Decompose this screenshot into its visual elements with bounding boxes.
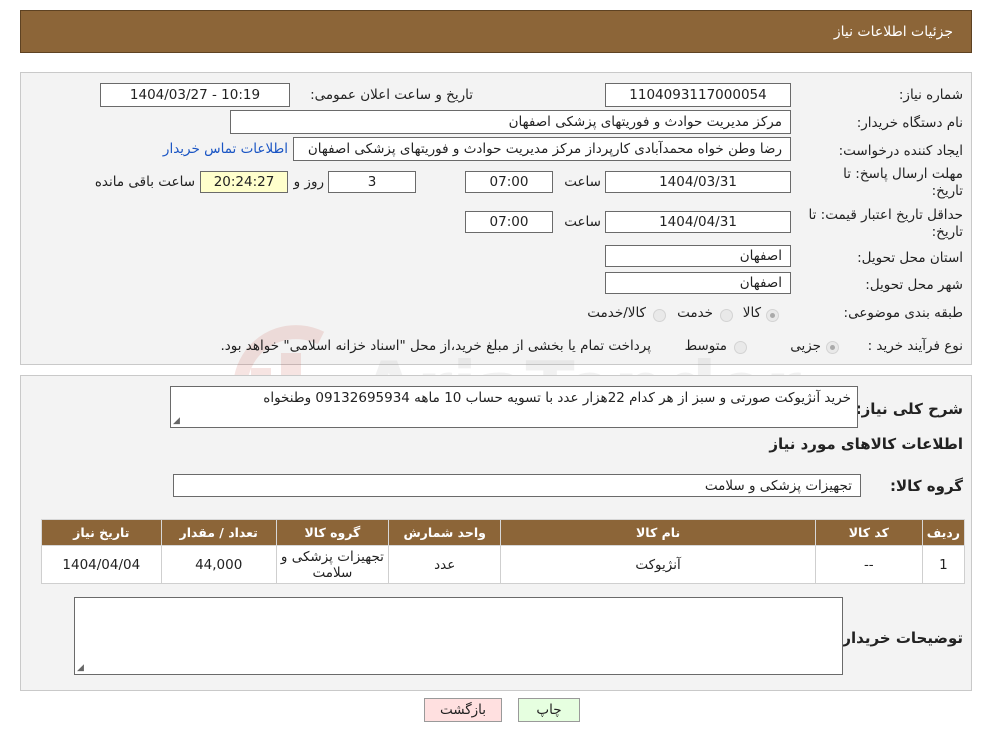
cell-unit: عدد xyxy=(388,545,502,584)
goods-table: ردیف کد کالا نام کالا واحد شمارش گروه کا… xyxy=(41,519,966,584)
process-radio-minor[interactable] xyxy=(826,341,839,354)
buyer-contact-link[interactable]: اطلاعات تماس خریدار xyxy=(163,141,288,157)
goods-group-field: تجهیزات پزشکی و سلامت xyxy=(173,474,861,497)
announce-datetime-label: تاریخ و ساعت اعلان عمومی: xyxy=(310,87,473,103)
col-quantity: تعداد / مقدار xyxy=(160,519,277,546)
cell-goods-group: تجهیزات پزشکی و سلامت xyxy=(275,545,390,584)
deadline-label: مهلت ارسال پاسخ: تا xyxy=(843,166,963,182)
need-info-panel: AriaTender.neT شماره نیاز: 1104093117000… xyxy=(20,72,972,445)
cell-need-date: 1404/04/04 xyxy=(41,545,162,584)
category-radio-goods[interactable] xyxy=(766,309,779,322)
table-row: 1 -- آنژیوکت عدد تجهیزات پزشکی و سلامت 4… xyxy=(41,545,966,584)
page-title: جزئیات اطلاعات نیاز xyxy=(833,23,953,40)
resize-grip-icon[interactable]: ◢ xyxy=(77,664,84,673)
page-header: جزئیات اطلاعات نیاز xyxy=(20,10,972,53)
goods-table-header: ردیف کد کالا نام کالا واحد شمارش گروه کا… xyxy=(41,519,966,546)
summary-text: خرید آنژیوکت صورتی و سبز از هر کدام 22هز… xyxy=(263,390,851,406)
col-goods-name: نام کالا xyxy=(500,519,816,546)
category-option-service: خدمت xyxy=(677,305,713,321)
price-validity-time-label: ساعت xyxy=(564,214,601,230)
cell-quantity: 44,000 xyxy=(160,545,277,584)
city-field: اصفهان xyxy=(605,272,791,294)
buyer-org-label: نام دستگاه خریدار: xyxy=(856,115,963,131)
col-row-number: ردیف xyxy=(921,519,966,546)
buyer-notes-textarea[interactable]: ◢ xyxy=(74,597,843,675)
col-goods-group: گروه کالا xyxy=(275,519,390,546)
goods-info-title: اطلاعات کالاهای مورد نیاز xyxy=(769,435,963,453)
city-label: شهر محل تحویل: xyxy=(865,277,963,293)
category-radio-goods-service[interactable] xyxy=(653,309,666,322)
remaining-time-field: 20:24:27 xyxy=(200,171,288,193)
purchase-process-label: نوع فرآیند خرید : xyxy=(867,338,963,354)
announce-datetime-field: 1404/03/27 - 10:19 xyxy=(100,83,290,107)
category-radio-service[interactable] xyxy=(720,309,733,322)
deadline-date-field: 1404/03/31 xyxy=(605,171,791,193)
province-field: اصفهان xyxy=(605,245,791,267)
resize-grip-icon[interactable]: ◢ xyxy=(173,417,180,426)
cell-row-number: 1 xyxy=(921,545,966,584)
category-option-goods-service: کالا/خدمت xyxy=(587,305,646,321)
deadline-time-field: 07:00 xyxy=(465,171,553,193)
province-label: استان محل تحویل: xyxy=(857,250,963,266)
print-button[interactable]: چاپ xyxy=(518,698,580,722)
col-need-date: تاریخ نیاز xyxy=(41,519,162,546)
deadline-time-label: ساعت xyxy=(564,174,601,190)
need-number-label: شماره نیاز: xyxy=(898,87,963,103)
col-unit: واحد شمارش xyxy=(388,519,502,546)
creator-label: ایجاد کننده درخواست: xyxy=(838,143,963,159)
creator-field: رضا وطن خواه محمدآبادی کارپرداز مرکز مدی… xyxy=(293,137,791,161)
need-details-panel: شرح کلی نیاز: خرید آنژیوکت صورتی و سبز ا… xyxy=(20,375,972,691)
col-goods-code: کد کالا xyxy=(814,519,923,546)
price-validity-date-field: 1404/04/31 xyxy=(605,211,791,233)
cell-goods-code: -- xyxy=(814,545,923,584)
process-note: پرداخت تمام یا بخشی از مبلغ خرید،از محل … xyxy=(220,338,651,354)
price-validity-time-field: 07:00 xyxy=(465,211,553,233)
buyer-notes-label: توضیحات خریدار: xyxy=(836,629,963,647)
process-radio-medium[interactable] xyxy=(734,341,747,354)
process-option-medium: متوسط xyxy=(684,338,727,354)
buyer-org-field: مرکز مدیریت حوادث و فوریتهای پزشکی اصفها… xyxy=(230,110,791,134)
price-validity-label: حداقل تاریخ اعتبار قیمت: تا xyxy=(808,207,963,223)
price-validity-label-2: تاریخ: xyxy=(931,224,963,240)
need-number-field: 1104093117000054 xyxy=(605,83,791,107)
cell-goods-name: آنژیوکت xyxy=(500,545,816,584)
back-button[interactable]: بازگشت xyxy=(424,698,502,722)
process-option-minor: جزیی xyxy=(790,338,821,354)
days-label: روز و xyxy=(293,174,324,190)
summary-textarea[interactable]: خرید آنژیوکت صورتی و سبز از هر کدام 22هز… xyxy=(170,386,858,428)
remaining-days-field: 3 xyxy=(328,171,416,193)
goods-group-label: گروه کالا: xyxy=(890,477,963,495)
category-option-goods: کالا xyxy=(742,305,761,321)
remaining-time-label: ساعت باقی مانده xyxy=(94,174,195,190)
deadline-label-2: تاریخ: xyxy=(931,183,963,199)
category-label: طبقه بندی موضوعی: xyxy=(843,305,963,321)
summary-label: شرح کلی نیاز: xyxy=(855,400,963,418)
